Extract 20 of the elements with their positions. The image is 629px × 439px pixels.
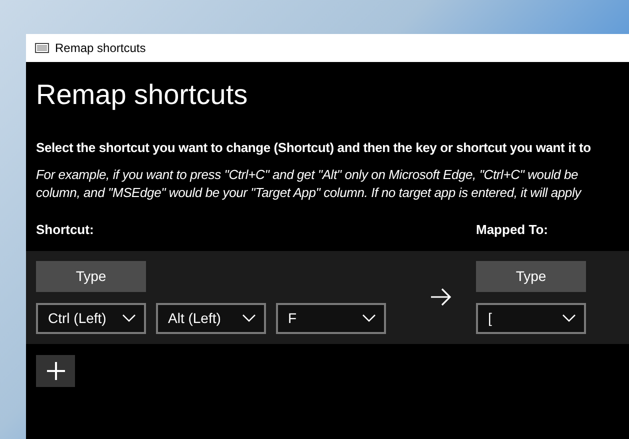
- chevron-icon: [562, 314, 576, 322]
- key-dropdown[interactable]: Alt (Left): [156, 302, 266, 334]
- page-heading: Remap shortcuts: [36, 78, 249, 112]
- chevron-icon: [362, 314, 376, 322]
- type-button[interactable]: Type: [36, 260, 146, 292]
- add-icon[interactable]: [36, 354, 75, 387]
- chevron-icon: [122, 314, 136, 322]
- arrow-icon: [430, 288, 452, 306]
- column-header: Mapped To:: [476, 221, 548, 240]
- column-header: Shortcut:: [36, 221, 95, 240]
- example-text: column, and "MSEdge" would be your "Target App" column. If no target app is entered, it will apply: [36, 184, 583, 202]
- key-dropdown[interactable]: [: [476, 302, 586, 334]
- instruction-text: Select the shortcut you want to change (Shortcut) and then the key or shortcut you want it to: [36, 138, 592, 157]
- chevron-icon: [242, 314, 256, 322]
- example-text: For example, if you want to press "Ctrl+C" and get "Alt" only on Microsoft Edge, "Ctrl+C" would be: [36, 166, 580, 184]
- keyboard-icon: [35, 43, 49, 53]
- type-button[interactable]: Type: [476, 260, 586, 292]
- key-dropdown[interactable]: Ctrl (Left): [36, 302, 146, 334]
- key-dropdown[interactable]: F: [276, 302, 386, 334]
- window-title: Remap shortcuts: [55, 40, 146, 57]
